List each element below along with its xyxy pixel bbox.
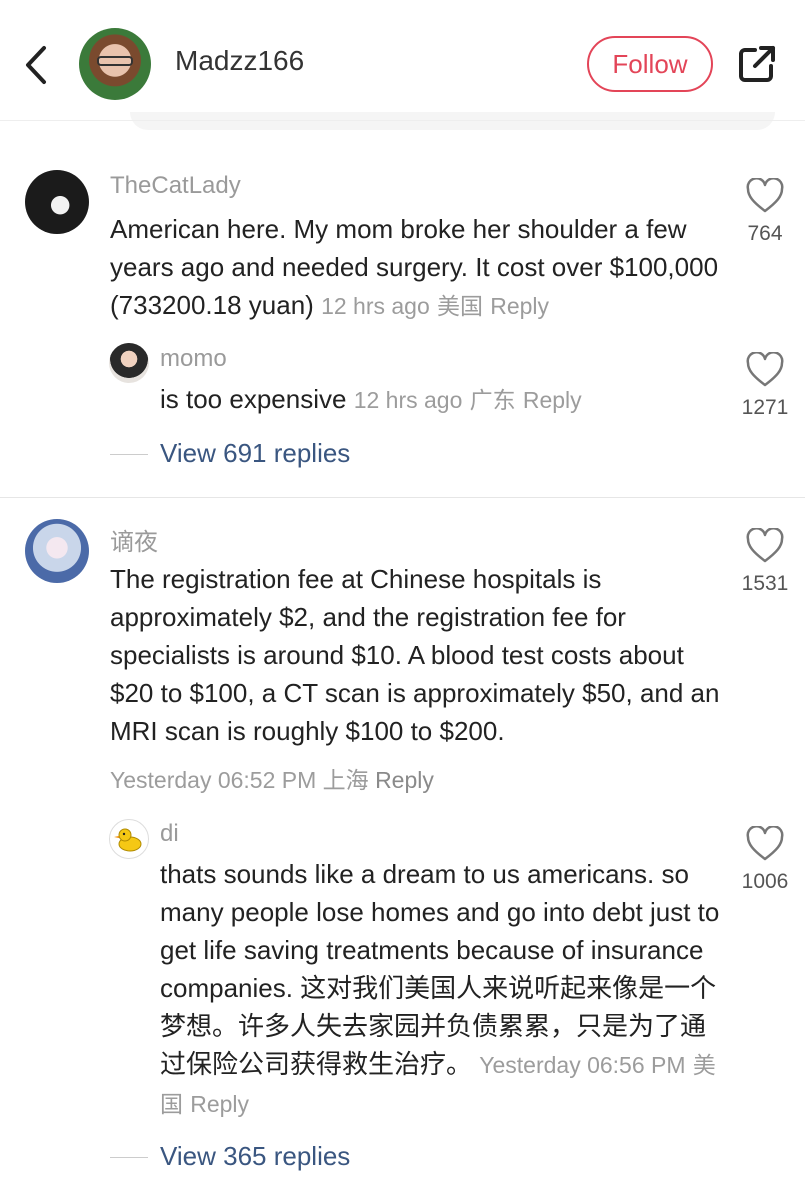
comment-location: 上海 — [322, 767, 369, 793]
share-button[interactable] — [735, 42, 779, 86]
glasses-icon — [97, 56, 133, 66]
collapsed-comment-edge — [130, 112, 775, 130]
profile-header: Madzz166 Follow — [0, 0, 805, 120]
view-replies-link[interactable]: View 691 replies — [160, 438, 350, 469]
heart-icon — [746, 178, 784, 213]
avatar[interactable] — [79, 28, 151, 100]
reply-button[interactable]: Reply — [190, 1091, 249, 1117]
comment-text: The registration fee at Chinese hospital… — [110, 560, 720, 750]
like-count: 764 — [747, 222, 783, 245]
heart-icon — [746, 528, 784, 563]
view-replies-line — [110, 454, 148, 455]
view-replies-link[interactable]: View 365 replies — [160, 1141, 350, 1172]
profile-username[interactable]: Madzz166 — [175, 45, 304, 77]
reply-username[interactable]: momo — [160, 345, 227, 373]
comment-username[interactable]: TheCatLady — [110, 172, 241, 200]
reply-text: is too expensive 12 hrs ago 广东 Reply — [160, 380, 720, 419]
reply-button[interactable]: Reply — [490, 293, 549, 319]
like-button[interactable]: 1006 — [735, 826, 795, 894]
reply-button[interactable]: Reply — [375, 767, 434, 793]
like-button[interactable]: 1531 — [735, 528, 795, 596]
reply-time: Yesterday 06:56 PM — [479, 1052, 686, 1078]
like-count: 1531 — [741, 572, 789, 595]
comment-time: Yesterday 06:52 PM — [110, 767, 317, 793]
heart-icon — [746, 826, 784, 861]
view-replies-line — [110, 1157, 148, 1158]
comment-time: 12 hrs ago — [321, 293, 430, 319]
comment-username[interactable]: 谪夜 — [110, 522, 158, 557]
reply-username[interactable]: di — [160, 820, 179, 848]
share-external-icon — [739, 46, 775, 82]
duck-icon — [114, 828, 142, 852]
avatar[interactable] — [25, 170, 89, 234]
like-count: 1006 — [741, 870, 789, 893]
comment-divider — [0, 497, 805, 498]
like-button[interactable]: 1271 — [735, 352, 795, 420]
reply-time: 12 hrs ago — [353, 387, 463, 413]
back-button[interactable] — [18, 40, 58, 90]
comment-meta: Yesterday 06:52 PM 上海 Reply — [110, 761, 434, 795]
heart-icon — [746, 352, 784, 387]
like-count: 1271 — [741, 396, 789, 419]
comment-location: 美国 — [437, 293, 483, 319]
avatar[interactable] — [109, 819, 149, 859]
reply-body: thats sounds like a dream to us american… — [160, 859, 720, 1079]
reply-button[interactable]: Reply — [523, 387, 582, 413]
follow-button[interactable]: Follow — [587, 36, 713, 92]
reply-text: thats sounds like a dream to us american… — [160, 855, 720, 1123]
reply-body: is too expensive — [160, 384, 347, 414]
like-button[interactable]: 764 — [735, 178, 795, 246]
reply-location: 广东 — [469, 387, 516, 413]
comment-text: American here. My mom broke her shoulder… — [110, 210, 730, 325]
chevron-left-icon — [26, 46, 46, 84]
header-divider — [0, 120, 805, 121]
avatar[interactable] — [25, 519, 89, 583]
comment-body: The registration fee at Chinese hospital… — [110, 564, 720, 746]
avatar[interactable] — [109, 343, 149, 383]
